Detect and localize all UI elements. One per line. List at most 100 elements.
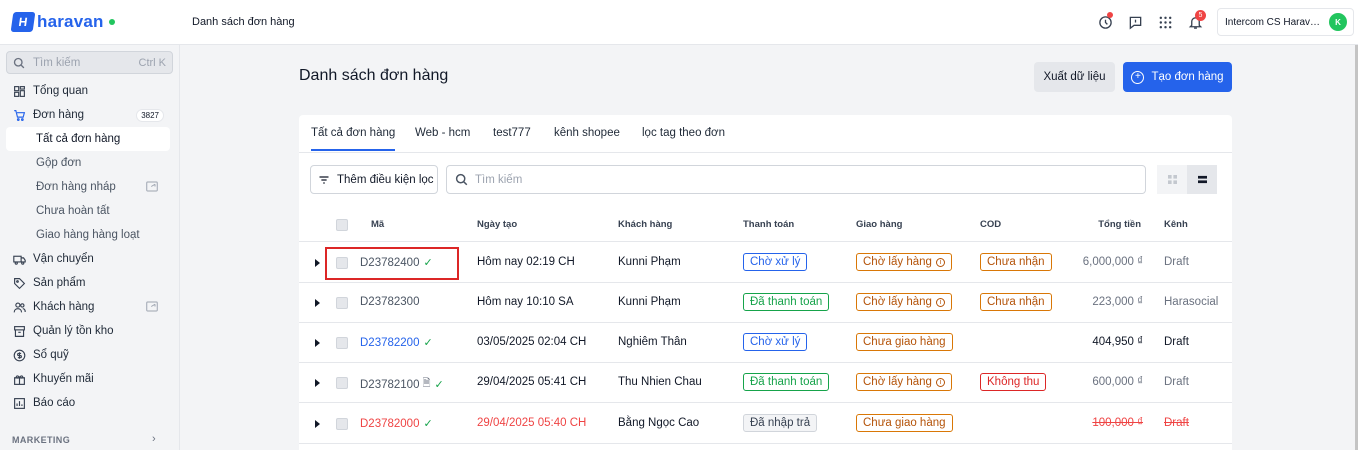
sidebar-subitem-draft-orders[interactable]: Đơn hàng nháp bbox=[0, 175, 180, 199]
list-icon bbox=[1197, 175, 1207, 184]
expand-caret-icon[interactable] bbox=[315, 299, 320, 307]
sidebar-subitem-incomplete[interactable]: Chưa hoàn tất bbox=[0, 199, 180, 223]
col-shipping[interactable]: Giao hàng bbox=[856, 219, 902, 230]
tab-shopee[interactable]: kênh shopee bbox=[554, 127, 620, 139]
row-checkbox[interactable] bbox=[336, 297, 348, 309]
col-payment[interactable]: Thanh toán bbox=[743, 219, 794, 230]
plus-circle-icon: + bbox=[1131, 70, 1145, 84]
tab-tag-filter[interactable]: lọc tag theo đơn bbox=[642, 127, 725, 139]
tab-all-orders[interactable]: Tất cả đơn hàng bbox=[311, 127, 396, 151]
add-filter-button[interactable]: Thêm điều kiện lọc bbox=[310, 165, 438, 194]
account-menu[interactable]: Intercom CS Haravan K bbox=[1217, 8, 1354, 36]
shipping-status-badge: Chờ lấy hàng i bbox=[856, 373, 952, 391]
chat-button[interactable] bbox=[1121, 8, 1149, 36]
notification-count-badge: 5 bbox=[1195, 10, 1206, 21]
sidebar-subitem-bulk-shipping[interactable]: Giao hàng hàng loạt bbox=[0, 223, 180, 247]
dashboard-icon bbox=[12, 84, 26, 98]
tab-test777[interactable]: test777 bbox=[493, 127, 531, 139]
order-created: Hôm nay 10:10 SA bbox=[477, 296, 574, 308]
grid-small-icon bbox=[1167, 175, 1177, 184]
sidebar-section-marketing[interactable]: MARKETING bbox=[12, 435, 70, 445]
order-created: 03/05/2025 02:04 CH bbox=[477, 336, 587, 348]
tab-web-hcm[interactable]: Web - hcm bbox=[415, 127, 470, 139]
account-name: Intercom CS Haravan bbox=[1225, 16, 1321, 28]
orders-card: Tất cả đơn hàng Web - hcm test777 kênh s… bbox=[299, 115, 1232, 450]
order-customer: Kunni Phạm bbox=[618, 296, 681, 308]
sidebar-item-cashbook[interactable]: Sổ quỹ bbox=[0, 343, 180, 367]
row-checkbox[interactable] bbox=[336, 418, 348, 430]
order-customer: Bằng Ngọc Cao bbox=[618, 417, 700, 429]
info-icon: i bbox=[935, 377, 945, 387]
expand-caret-icon[interactable] bbox=[315, 379, 320, 387]
search-icon bbox=[13, 57, 25, 68]
sidebar-subitem-all-orders[interactable]: Tất cả đơn hàng bbox=[6, 127, 170, 151]
order-code[interactable]: D23782300 bbox=[360, 296, 419, 308]
order-total: 223,000 ₫ bbox=[1092, 296, 1143, 308]
sidebar-item-label: Khuyến mãi bbox=[33, 373, 94, 385]
create-order-button[interactable]: + Tạo đơn hàng bbox=[1123, 62, 1232, 92]
order-channel: Harasocial bbox=[1164, 296, 1219, 308]
notifications-button[interactable]: 5 bbox=[1181, 8, 1209, 36]
sidebar-search-placeholder: Tìm kiếm bbox=[33, 56, 81, 69]
users-icon bbox=[12, 300, 26, 314]
list-view-button[interactable] bbox=[1187, 165, 1217, 194]
order-created: 29/04/2025 05:41 CH bbox=[477, 376, 587, 388]
table-row[interactable]: D23782300 Hôm nay 10:10 SA Kunni Phạm Đã… bbox=[299, 283, 1232, 323]
sidebar-item-products[interactable]: Sản phẩm bbox=[0, 271, 180, 295]
shipping-status-badge: Chưa giao hàng bbox=[856, 333, 953, 351]
filter-icon bbox=[319, 175, 329, 184]
shipping-status-badge: Chờ lấy hàng i bbox=[856, 293, 952, 311]
sidebar-item-shipping[interactable]: Vận chuyển bbox=[0, 247, 180, 271]
table-row[interactable]: D23782000 ✓ 29/04/2025 05:40 CH Bằng Ngọc… bbox=[299, 404, 1232, 444]
chat-icon bbox=[1129, 16, 1141, 29]
sidebar-item-reports[interactable]: Báo cáo bbox=[0, 391, 180, 415]
select-all-checkbox[interactable] bbox=[336, 219, 348, 231]
col-code[interactable]: Mã bbox=[371, 219, 384, 230]
table-row[interactable]: D23782200 ✓ 03/05/2025 02:04 CH Nghiêm Th… bbox=[299, 323, 1232, 363]
payment-status-badge: Chờ xử lý bbox=[743, 253, 808, 271]
sidebar-subitem-label: Giao hàng hàng loạt bbox=[36, 229, 140, 241]
order-channel: Draft bbox=[1164, 256, 1189, 268]
sidebar-subitem-label: Chưa hoàn tất bbox=[36, 205, 110, 217]
logo[interactable]: H haravan bbox=[10, 12, 115, 32]
row-checkbox[interactable] bbox=[336, 337, 348, 349]
sidebar-item-overview[interactable]: Tổng quan bbox=[0, 79, 180, 103]
note-icon: 🗎 bbox=[422, 378, 431, 389]
row-checkbox[interactable] bbox=[336, 377, 348, 389]
col-total[interactable]: Tổng tiền bbox=[1098, 219, 1141, 230]
chevron-right-icon[interactable]: › bbox=[152, 433, 156, 445]
order-code[interactable]: D23782100 🗎 ✓ bbox=[360, 376, 444, 393]
order-channel: Draft bbox=[1164, 336, 1189, 348]
truck-icon bbox=[12, 252, 26, 266]
export-button[interactable]: Xuất dữ liệu bbox=[1034, 62, 1115, 92]
sidebar-subitem-merge-orders[interactable]: Gộp đơn bbox=[0, 151, 180, 175]
col-cod[interactable]: COD bbox=[980, 219, 1001, 230]
sidebar-item-label: Báo cáo bbox=[33, 397, 76, 409]
sidebar-nav: Tổng quan Đơn hàng 3827 Tất cả đơn hàng … bbox=[0, 79, 180, 415]
sidebar-item-customers[interactable]: Khách hàng bbox=[0, 295, 180, 319]
order-code[interactable]: D23782200 ✓ bbox=[360, 336, 433, 350]
order-code[interactable]: D23782000 ✓ bbox=[360, 417, 433, 431]
col-channel[interactable]: Kênh bbox=[1164, 219, 1188, 230]
info-icon: i bbox=[935, 297, 945, 307]
expand-caret-icon[interactable] bbox=[315, 420, 320, 428]
order-created: 29/04/2025 05:40 CH bbox=[477, 417, 587, 429]
sidebar-item-promotions[interactable]: Khuyến mãi bbox=[0, 367, 180, 391]
sidebar-item-orders[interactable]: Đơn hàng 3827 bbox=[0, 103, 180, 127]
expand-caret-icon[interactable] bbox=[315, 259, 320, 267]
order-total: 404,950 ₫ bbox=[1092, 336, 1143, 348]
order-search-input[interactable]: Tìm kiếm bbox=[446, 165, 1146, 194]
online-status-dot bbox=[108, 19, 115, 25]
sidebar-item-label: Quản lý tồn kho bbox=[33, 325, 114, 337]
expand-caret-icon[interactable] bbox=[315, 339, 320, 347]
grid-view-button[interactable] bbox=[1157, 165, 1187, 194]
col-created[interactable]: Ngày tạo bbox=[477, 219, 517, 230]
sidebar-item-inventory[interactable]: Quản lý tồn kho bbox=[0, 319, 180, 343]
apps-button[interactable] bbox=[1151, 8, 1179, 36]
col-customer[interactable]: Khách hàng bbox=[618, 219, 672, 230]
search-shortcut: Ctrl K bbox=[138, 56, 167, 69]
table-row[interactable]: D23782100 🗎 ✓ 29/04/2025 05:41 CH Thu Nhie… bbox=[299, 363, 1232, 403]
sidebar-search-input[interactable]: Tìm kiếm Ctrl K bbox=[6, 51, 173, 74]
whats-new-button[interactable] bbox=[1091, 8, 1119, 36]
sidebar-item-label: Sản phẩm bbox=[33, 277, 86, 289]
